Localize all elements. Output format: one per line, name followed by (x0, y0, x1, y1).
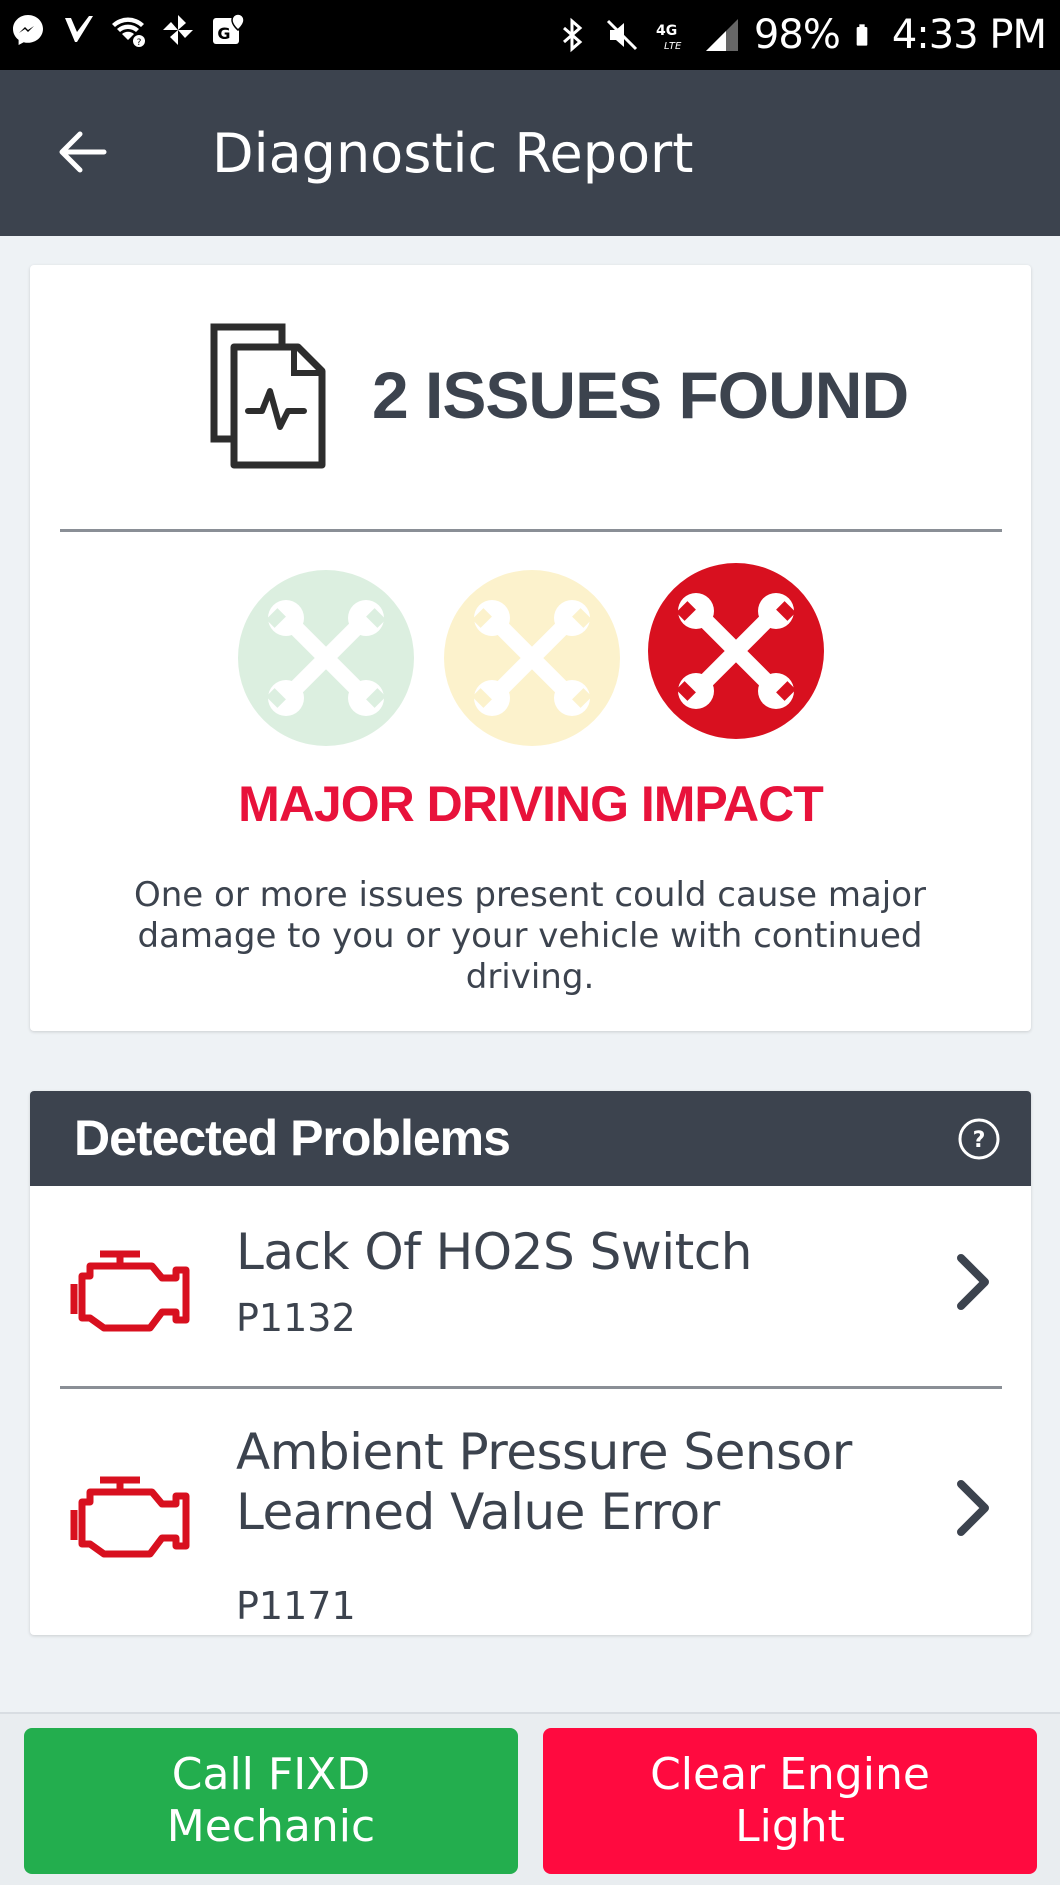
svg-text:G: G (217, 24, 230, 43)
problems-title: Detected Problems (74, 1110, 511, 1166)
status-bar: ? G 4G LTE 98% 4:33 PM (0, 0, 1060, 70)
problem-name: Lack Of HO2S Switch (236, 1223, 752, 1281)
check-engine-icon (70, 1250, 190, 1332)
severity-minor-indicator (238, 570, 414, 746)
bluetooth-icon (562, 17, 583, 53)
svg-text:?: ? (137, 38, 142, 48)
problem-item[interactable]: Ambient Pressure Sensor Learned Value Er… (30, 1388, 1031, 1635)
impact-label: MAJOR DRIVING IMPACT (238, 776, 824, 832)
battery-percent: 98% (753, 12, 841, 58)
lte-icon: 4G LTE (656, 23, 682, 52)
problem-code: P1171 (236, 1584, 356, 1628)
call-mechanic-label-line1: Call FIXD (171, 1749, 371, 1800)
clock: 4:33 PM (891, 12, 1047, 58)
call-mechanic-label-line2: Mechanic (166, 1801, 376, 1852)
bottom-action-bar: Call FIXD Mechanic Clear Engine Light (0, 1712, 1060, 1885)
clear-light-label-line1: Clear Engine (650, 1749, 930, 1800)
problems-header: Detected Problems ? (30, 1091, 1031, 1186)
svg-text:?: ? (973, 1128, 986, 1153)
wrench-cross-icon (676, 593, 796, 709)
mute-icon (606, 19, 637, 51)
arrow-left-icon[interactable] (52, 122, 112, 182)
svg-text:LTE: LTE (664, 41, 682, 52)
impact-description: One or more issues present could cause m… (134, 875, 926, 997)
call-mechanic-button[interactable]: Call FIXD Mechanic (24, 1728, 518, 1874)
wrench-cross-icon (266, 600, 386, 716)
maps-icon: G (213, 13, 245, 44)
problem-item[interactable]: Lack Of HO2S Switch P1132 (30, 1186, 1031, 1386)
severity-major-indicator (648, 563, 824, 739)
pinwheel-icon (163, 15, 193, 45)
svg-text:4G: 4G (656, 23, 677, 39)
summary-card: 2 ISSUES FOUND MAJOR DRIVING IMPACT One … (30, 265, 1031, 1031)
divider (60, 529, 1002, 532)
check-engine-icon (70, 1476, 190, 1558)
detected-problems-card: Detected Problems ? Lack Of HO2S Switch … (30, 1091, 1031, 1635)
issues-count: 2 ISSUES FOUND (372, 358, 909, 432)
wrench-cross-icon (472, 600, 592, 716)
inbox-check-icon (65, 16, 93, 42)
help-icon[interactable]: ? (957, 1117, 1001, 1161)
battery-icon (856, 24, 868, 46)
severity-moderate-indicator (444, 570, 620, 746)
clear-light-label-line2: Light (735, 1801, 845, 1852)
chevron-right-icon[interactable] (951, 1476, 995, 1540)
problem-code: P1132 (236, 1296, 356, 1340)
page-title: Diagnostic Report (212, 122, 694, 185)
wifi-question-icon: ? (112, 17, 145, 48)
chevron-right-icon[interactable] (951, 1250, 995, 1314)
problem-name: Ambient Pressure Sensor Learned Value Er… (236, 1423, 852, 1541)
app-bar: Diagnostic Report (0, 70, 1060, 236)
clear-engine-light-button[interactable]: Clear Engine Light (543, 1728, 1037, 1874)
messenger-icon (13, 15, 43, 45)
report-document-icon (210, 323, 326, 469)
signal-icon (705, 19, 738, 51)
